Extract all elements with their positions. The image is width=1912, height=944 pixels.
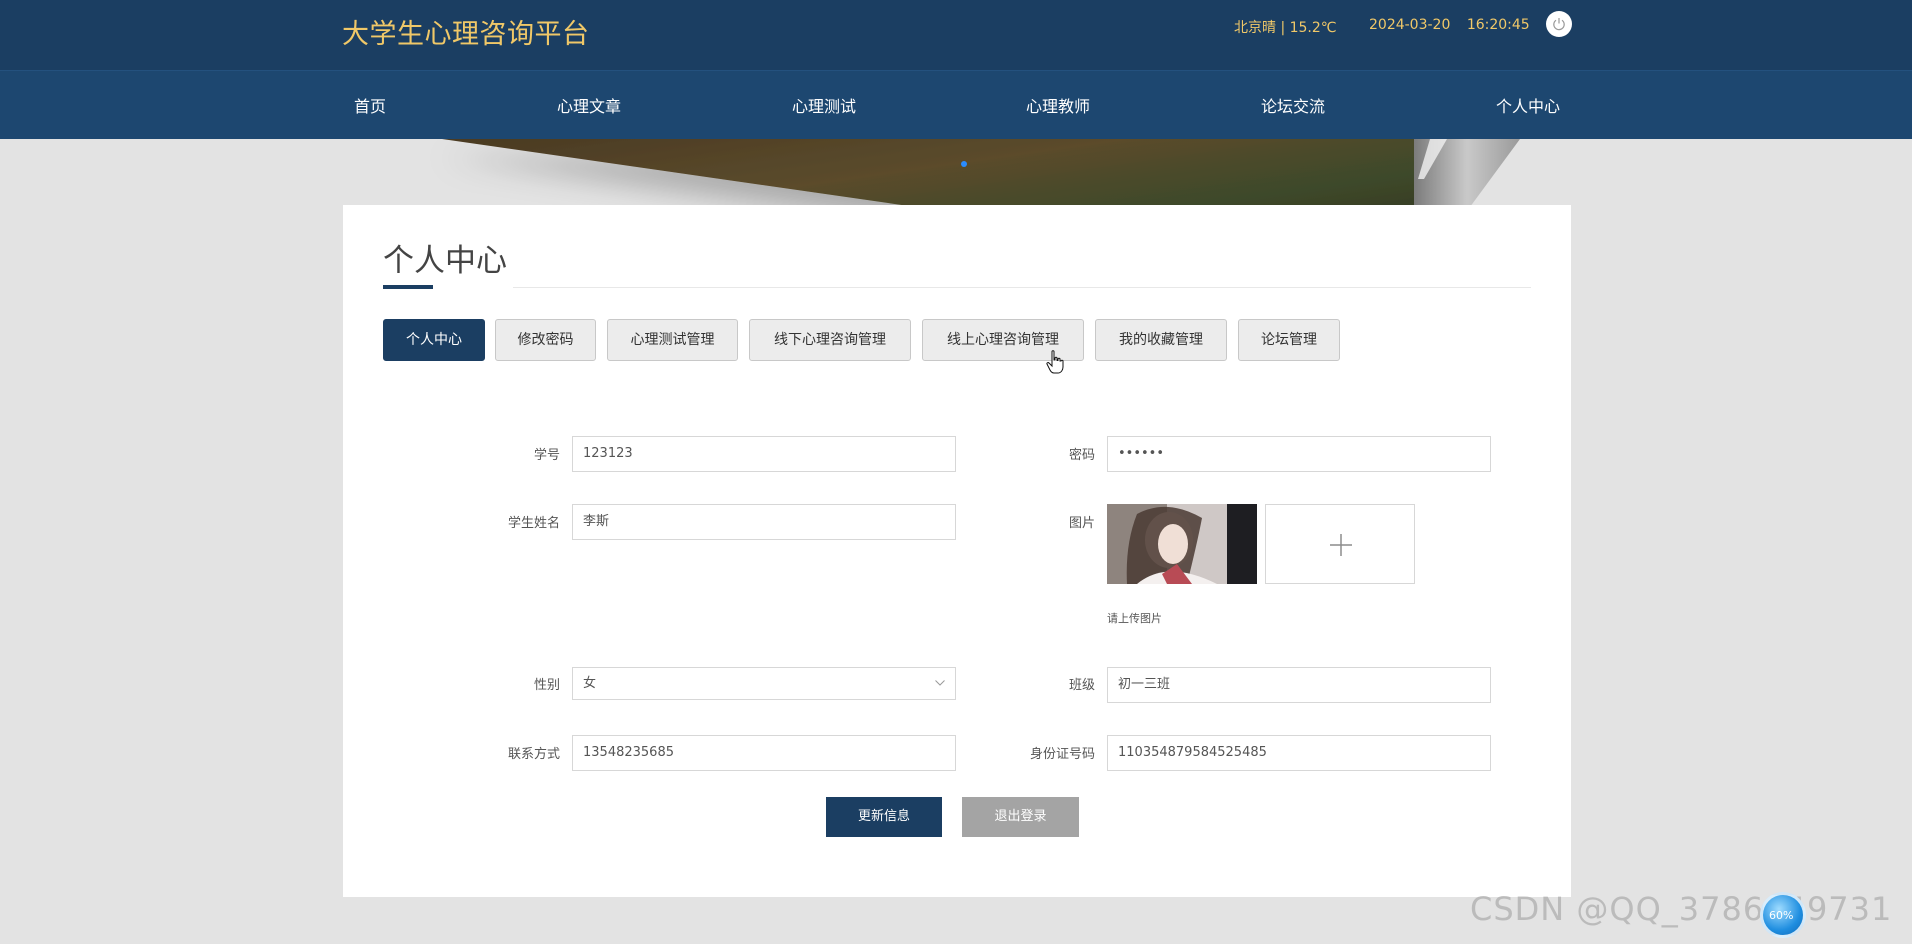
title-underline [383,285,433,289]
photo-upload-button[interactable] [1265,504,1415,584]
nav-tests[interactable]: 心理测试 [792,93,856,117]
class-input[interactable]: 初一三班 [1107,667,1491,703]
password-label: 密码 [1068,448,1095,463]
current-time: 16:20:45 [1466,17,1530,33]
personal-center-panel: 个人中心 个人中心 修改密码 心理测试管理 线下心理咨询管理 线上心理咨询管理 … [343,205,1571,897]
tab-personal-center[interactable]: 个人中心 [383,319,485,361]
datetime: 2024-03-20 16:20:45 [1369,17,1530,33]
phone-label: 联系方式 [507,747,560,762]
page-title: 个人中心 [383,243,507,279]
watermark-text: CSDN @QQ_3786649731 [1470,890,1893,928]
plus-icon [1330,534,1352,556]
power-icon [1553,18,1565,31]
chevron-down-icon [935,680,945,686]
profile-photo[interactable] [1107,504,1257,584]
nav-teachers[interactable]: 心理教师 [1026,93,1090,117]
title-divider [513,287,1531,288]
nav-forum[interactable]: 论坛交流 [1261,93,1325,117]
floating-badge[interactable]: 60% [1760,892,1806,938]
logout-power-button[interactable] [1546,11,1572,37]
gender-value: 女 [583,676,597,691]
nav-articles[interactable]: 心理文章 [557,93,621,117]
tab-offline-consult[interactable]: 线下心理咨询管理 [749,319,911,361]
id-card-input[interactable]: 110354879584525485 [1107,735,1491,771]
weather-info: 北京晴 | 15.2℃ [1234,20,1337,36]
logout-button[interactable]: 退出登录 [962,797,1079,837]
student-name-label: 学生姓名 [507,516,560,531]
student-no-input[interactable]: 123123 [572,436,956,472]
gender-select[interactable]: 女 [572,667,956,700]
hand-cursor-icon [1046,350,1064,374]
student-no-label: 学号 [533,448,560,463]
tab-change-password[interactable]: 修改密码 [495,319,596,361]
update-info-button[interactable]: 更新信息 [826,797,942,837]
tab-favorites[interactable]: 我的收藏管理 [1095,319,1227,361]
password-input[interactable]: •••••• [1107,436,1491,472]
main-nav: 首页 心理文章 心理测试 心理教师 论坛交流 个人中心 [0,70,1912,139]
id-card-label: 身份证号码 [1029,747,1095,762]
photo-label: 图片 [1068,516,1095,531]
site-brand[interactable]: 大学生心理咨询平台 [342,12,590,51]
nav-home[interactable]: 首页 [354,93,386,117]
current-date: 2024-03-20 [1369,17,1451,33]
upload-hint: 请上传图片 [1107,612,1162,625]
top-header: 大学生心理咨询平台 北京晴 | 15.2℃ 2024-03-20 16:20:4… [0,0,1912,70]
badge-text: 60% [1769,909,1794,922]
tab-forum-management[interactable]: 论坛管理 [1238,319,1340,361]
student-name-input[interactable]: 李斯 [572,504,956,540]
class-label: 班级 [1068,678,1095,693]
phone-input[interactable]: 13548235685 [572,735,956,771]
tab-test-management[interactable]: 心理测试管理 [607,319,738,361]
gender-label: 性别 [533,678,560,693]
nav-personal-center[interactable]: 个人中心 [1496,93,1560,117]
